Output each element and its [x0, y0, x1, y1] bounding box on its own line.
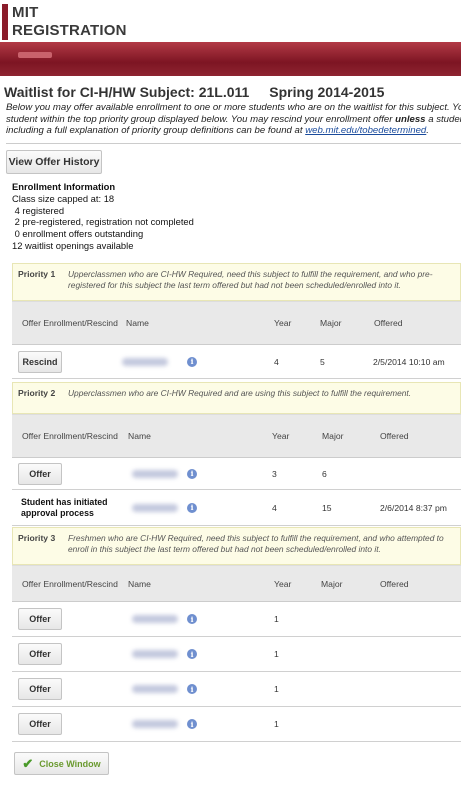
- header-banner: [0, 42, 461, 76]
- intro-line-3: including a full explanation of priority…: [6, 125, 461, 137]
- priority-3-header: Priority 3 Freshmen who are CI-HW Requir…: [12, 527, 461, 565]
- logo-line-2: REGISTRATION: [12, 22, 127, 39]
- page-title-term: Spring 2014-2015: [269, 84, 385, 100]
- table-row: Offer i 3 6: [12, 458, 461, 490]
- enrollment-line: 0 enrollment offers outstanding: [12, 228, 144, 240]
- table-header: Offer Enrollment/Rescind Name Year Major…: [12, 301, 461, 345]
- enrollment-line: 4 registered: [12, 204, 65, 216]
- col-name: Name: [128, 431, 151, 441]
- student-name-redacted: [132, 503, 178, 512]
- col-year: Year: [272, 431, 290, 441]
- close-window-label: Close Window: [39, 758, 101, 769]
- student-name-redacted: [132, 650, 178, 658]
- year-cell: 1: [274, 684, 279, 694]
- year-cell: 1: [274, 719, 279, 729]
- col-major: Major: [322, 431, 344, 441]
- intro-line-2-c: a student's Add reque: [428, 113, 461, 125]
- col-offered: Offered: [380, 431, 409, 441]
- enrollment-info: Enrollment Information Class size capped…: [12, 181, 194, 252]
- student-name-redacted: [132, 469, 178, 478]
- priority-description: Upperclassmen who are CI-HW Required, ne…: [68, 269, 433, 290]
- table-header: Offer Enrollment/Rescind Name Year Major…: [12, 414, 461, 458]
- major-cell: 5: [320, 356, 325, 367]
- priority-2-header: Priority 2 Upperclassmen who are CI-HW R…: [12, 382, 461, 414]
- year-cell: 1: [274, 649, 279, 659]
- priority-1-header: Priority 1 Upperclassmen who are CI-HW R…: [12, 263, 461, 301]
- offer-button[interactable]: Offer: [18, 713, 62, 735]
- info-icon[interactable]: i: [187, 468, 197, 479]
- table-row: Offer i 1: [12, 672, 461, 707]
- divider: [6, 143, 461, 144]
- enrollment-line: 12 waitlist openings available: [12, 239, 134, 251]
- intro-emphasis: unless: [395, 113, 426, 125]
- col-offer: Offer Enrollment/Rescind: [22, 578, 118, 589]
- info-icon[interactable]: i: [187, 684, 197, 694]
- table-row: Offer i 1: [12, 602, 461, 637]
- info-icon[interactable]: i: [187, 649, 197, 659]
- offer-button[interactable]: Offer: [18, 643, 62, 665]
- enrollment-heading: Enrollment Information: [12, 181, 116, 192]
- info-icon[interactable]: i: [187, 356, 197, 367]
- logo-accent-bar: [2, 4, 8, 40]
- offered-cell: 2/6/2014 8:37 pm: [380, 502, 447, 513]
- intro-line-1: Below you may offer available enrollment…: [6, 102, 461, 113]
- col-offer: Offer Enrollment/Rescind: [22, 431, 118, 441]
- col-offered: Offered: [374, 318, 403, 328]
- col-year: Year: [274, 578, 292, 589]
- intro-line-2: student within the top priority group di…: [6, 114, 461, 126]
- year-cell: 4: [272, 502, 277, 513]
- checkmark-icon: ✔: [22, 755, 34, 771]
- enrollment-line: Class size capped at: 18: [12, 192, 115, 204]
- priority-info-link[interactable]: web.mit.edu/tobedetermined: [305, 125, 426, 136]
- intro-line-3-a: including a full explanation of priority…: [6, 125, 306, 137]
- col-name: Name: [126, 318, 149, 328]
- col-offered: Offered: [380, 578, 409, 589]
- intro-line-3-b: .: [426, 125, 429, 137]
- info-icon[interactable]: i: [187, 614, 197, 624]
- student-name-redacted: [122, 357, 168, 366]
- year-cell: 4: [274, 356, 279, 367]
- major-cell: 6: [322, 468, 327, 479]
- major-cell: 15: [322, 502, 332, 513]
- close-window-button[interactable]: ✔ Close Window: [14, 752, 109, 775]
- banner-nav-link[interactable]: [18, 52, 52, 58]
- col-year: Year: [274, 318, 292, 328]
- year-cell: 1: [274, 614, 279, 624]
- col-name: Name: [128, 578, 151, 589]
- intro-line-2-a: student within the top priority group di…: [6, 113, 396, 125]
- table-row: Rescind i 4 5 2/5/2014 10:10 am: [12, 345, 461, 379]
- info-icon[interactable]: i: [187, 719, 197, 729]
- page-title: Waitlist for CI-H/HW Subject: 21L.011 Spr…: [4, 84, 384, 100]
- table-header: Offer Enrollment/Rescind Name Year Major…: [12, 565, 461, 602]
- offered-cell: 2/5/2014 10:10 am: [373, 356, 445, 367]
- offer-button[interactable]: Offer: [18, 678, 62, 700]
- intro-text: Below you may offer available enrollment…: [6, 102, 461, 137]
- table-row: Offer i 1: [12, 707, 461, 742]
- student-name-redacted: [132, 685, 178, 693]
- info-icon[interactable]: i: [187, 502, 197, 513]
- priority-label: Priority 1: [18, 269, 56, 279]
- col-offer: Offer Enrollment/Rescind: [22, 318, 118, 328]
- priority-description: Upperclassmen who are CI-HW Required and…: [68, 388, 412, 398]
- logo-line-1: MIT: [12, 4, 39, 21]
- student-name-redacted: [132, 615, 178, 623]
- col-major: Major: [321, 578, 343, 589]
- priority-label: Priority 3: [18, 533, 56, 543]
- col-major: Major: [320, 318, 342, 328]
- offer-button[interactable]: Offer: [18, 462, 62, 485]
- student-name-redacted: [132, 720, 178, 728]
- page-title-subject: Waitlist for CI-H/HW Subject: 21L.011: [4, 84, 250, 100]
- view-offer-history-button[interactable]: View Offer History: [6, 150, 102, 174]
- approval-status: Student has initiated approval process: [21, 496, 108, 518]
- priority-description: Freshmen who are CI-HW Required, need th…: [68, 533, 444, 554]
- table-row: Student has initiated approval process i…: [12, 490, 461, 526]
- table-row: Offer i 1: [12, 637, 461, 672]
- year-cell: 3: [272, 468, 277, 479]
- offer-button[interactable]: Offer: [18, 608, 62, 630]
- priority-label: Priority 2: [18, 388, 56, 398]
- enrollment-line: 2 pre-registered, registration not compl…: [12, 216, 194, 228]
- rescind-button[interactable]: Rescind: [18, 350, 62, 373]
